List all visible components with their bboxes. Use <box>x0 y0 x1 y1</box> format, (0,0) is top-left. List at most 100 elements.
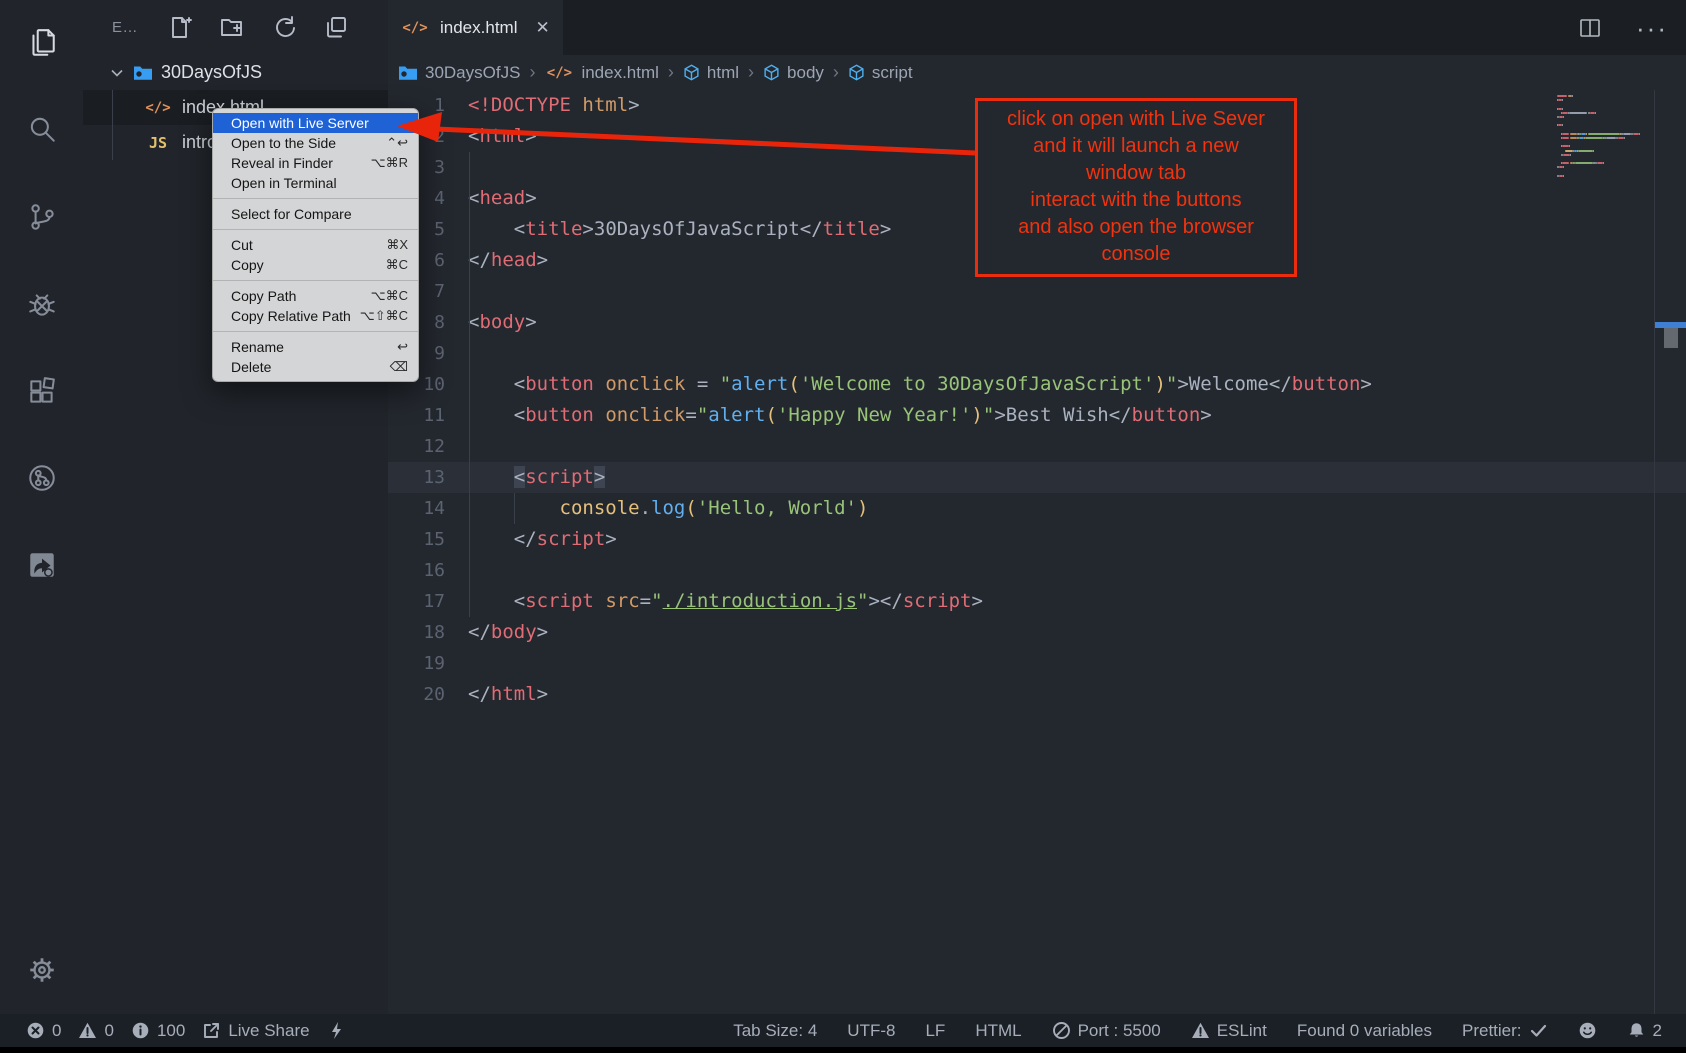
status-bar: 0 0 100 Live Share Tab Size: 4 UTF-8 LF HTML Po… <box>0 1014 1686 1047</box>
menu-item-open-in-terminal[interactable]: Open in Terminal <box>213 173 418 193</box>
status-label: 0 <box>52 1021 61 1041</box>
refresh-explorer-icon[interactable] <box>272 15 297 40</box>
status-prettier-[interactable]: Prettier: <box>1462 1021 1548 1041</box>
indent-guide-2 <box>514 493 515 524</box>
slash-icon <box>1052 1021 1071 1040</box>
bolt-icon <box>327 1021 346 1040</box>
live-share-icon[interactable] <box>26 549 58 581</box>
menu-separator <box>213 331 418 332</box>
code-line-16[interactable]: 16 <box>388 555 1686 586</box>
menu-item-copy-path[interactable]: Copy Path⌥⌘C <box>213 286 418 306</box>
menu-item-delete[interactable]: Delete ⌫ <box>213 357 418 377</box>
menu-item-shortcut: ⌥⌘C <box>371 286 408 306</box>
line-number: 12 <box>388 431 445 462</box>
line-content: </script> <box>445 524 617 555</box>
menu-item-label: Delete <box>231 357 271 377</box>
status-label: 0 <box>104 1021 113 1041</box>
source-control-icon[interactable] <box>26 201 58 233</box>
status-tab-size-4[interactable]: Tab Size: 4 <box>733 1021 817 1041</box>
status-live-share[interactable]: Live Share <box>202 1021 309 1041</box>
chevron-down-icon <box>109 65 125 81</box>
breadcrumb-item-index.html[interactable]: </>index.html <box>544 63 658 83</box>
error-icon <box>26 1021 45 1040</box>
menu-item-open-with-live-server[interactable]: Open with Live Server <box>213 113 418 133</box>
status-0[interactable]: 0 <box>26 1021 61 1041</box>
code-line-10[interactable]: 10 <button onclick = "alert('Welcome to … <box>388 369 1686 400</box>
breadcrumb-item-html[interactable]: html <box>683 63 739 83</box>
status-bolt[interactable] <box>327 1021 346 1040</box>
code-line-19[interactable]: 19 <box>388 648 1686 679</box>
code-line-9[interactable]: 9 <box>388 338 1686 369</box>
menu-item-copy[interactable]: Copy⌘C <box>213 255 418 275</box>
split-editor-icon[interactable] <box>1578 16 1602 40</box>
menu-item-label: Rename <box>231 337 284 357</box>
menu-item-cut[interactable]: Cut⌘X <box>213 235 418 255</box>
status-html[interactable]: HTML <box>975 1021 1021 1041</box>
status-found-0-variables[interactable]: Found 0 variables <box>1297 1021 1432 1041</box>
menu-item-select-for-compare[interactable]: Select for Compare <box>213 204 418 224</box>
menu-item-shortcut: ⌫ <box>390 357 408 377</box>
status-eslint[interactable]: ESLint <box>1191 1021 1267 1041</box>
breadcrumb-item-30DaysOfJS[interactable]: 30DaysOfJS <box>398 63 520 83</box>
status-utf-8[interactable]: UTF-8 <box>847 1021 895 1041</box>
code-line-14[interactable]: 14 console.log('Hello, World') <box>388 493 1686 524</box>
code-line-15[interactable]: 15 </script> <box>388 524 1686 555</box>
js-file-icon: JS <box>143 134 173 152</box>
code-line-17[interactable]: 17 <script src="./introduction.js"></scr… <box>388 586 1686 617</box>
code-line-13[interactable]: 13 <script> <box>388 462 1686 493</box>
menu-separator <box>213 280 418 281</box>
code-line-8[interactable]: 8<body> <box>388 307 1686 338</box>
breadcrumb-separator: › <box>747 62 755 83</box>
status-smiley[interactable] <box>1578 1021 1597 1040</box>
explorer-icon[interactable] <box>26 27 58 59</box>
line-content: <script src="./introduction.js"></script… <box>445 586 983 617</box>
gitlens-icon[interactable] <box>26 462 58 494</box>
code-icon: </> <box>544 65 574 81</box>
code-line-12[interactable]: 12 <box>388 431 1686 462</box>
breadcrumb-item-body[interactable]: body <box>763 63 824 83</box>
collapse-folders-icon[interactable] <box>324 15 349 40</box>
menu-item-copy-relative-path[interactable]: Copy Relative Path⌥⇧⌘C <box>213 306 418 326</box>
cube-icon <box>763 64 780 81</box>
run-debug-icon[interactable] <box>26 288 58 320</box>
tab-index-html[interactable]: </> index.html ✕ <box>388 0 563 55</box>
code-line-7[interactable]: 7 <box>388 276 1686 307</box>
more-actions-icon[interactable]: ··· <box>1636 23 1668 33</box>
folder-label: 30DaysOfJS <box>161 62 262 83</box>
tab-label: index.html <box>440 18 517 38</box>
line-number: 15 <box>388 524 445 555</box>
menu-item-label: Copy <box>231 255 264 275</box>
context-menu: Open with Live ServerOpen to the Side⌃↩R… <box>212 108 419 382</box>
extensions-icon[interactable] <box>26 375 58 407</box>
menu-item-label: Open with Live Server <box>231 113 369 133</box>
menu-item-reveal-in-finder[interactable]: Reveal in Finder⌥⌘R <box>213 153 418 173</box>
status-lf[interactable]: LF <box>925 1021 945 1041</box>
status-port-5500[interactable]: Port : 5500 <box>1052 1021 1161 1041</box>
line-content <box>445 338 468 369</box>
menu-item-open-to-the-side[interactable]: Open to the Side⌃↩ <box>213 133 418 153</box>
status-label: UTF-8 <box>847 1021 895 1041</box>
status-label: Tab Size: 4 <box>733 1021 817 1041</box>
code-line-20[interactable]: 20</html> <box>388 679 1686 710</box>
scrollbar-thumb[interactable] <box>1664 328 1678 348</box>
menu-item-rename[interactable]: Rename↩ <box>213 337 418 357</box>
status-label: HTML <box>975 1021 1021 1041</box>
breadcrumb-item-script[interactable]: script <box>848 63 913 83</box>
new-file-icon[interactable] <box>168 15 193 40</box>
editor-actions: ··· <box>1578 0 1668 55</box>
code-line-18[interactable]: 18</body> <box>388 617 1686 648</box>
code-line-11[interactable]: 11 <button onclick="alert('Happy New Yea… <box>388 400 1686 431</box>
status-label: 2 <box>1653 1021 1662 1041</box>
tab-close-icon[interactable]: ✕ <box>535 18 549 38</box>
status-left: 0 0 100 Live Share <box>26 1021 346 1041</box>
menu-item-shortcut: ⌥⌘R <box>371 153 408 173</box>
folder-row-30daysofjs[interactable]: 30DaysOfJS <box>83 55 388 90</box>
annotation-line: window tab <box>978 160 1294 187</box>
status-100[interactable]: 100 <box>131 1021 185 1041</box>
breadcrumb-label: script <box>872 63 913 83</box>
status-0[interactable]: 0 <box>78 1021 113 1041</box>
settings-gear-icon[interactable] <box>26 954 58 986</box>
new-folder-icon[interactable] <box>220 15 245 40</box>
status-2[interactable]: 2 <box>1627 1021 1662 1041</box>
search-icon[interactable] <box>26 114 58 146</box>
